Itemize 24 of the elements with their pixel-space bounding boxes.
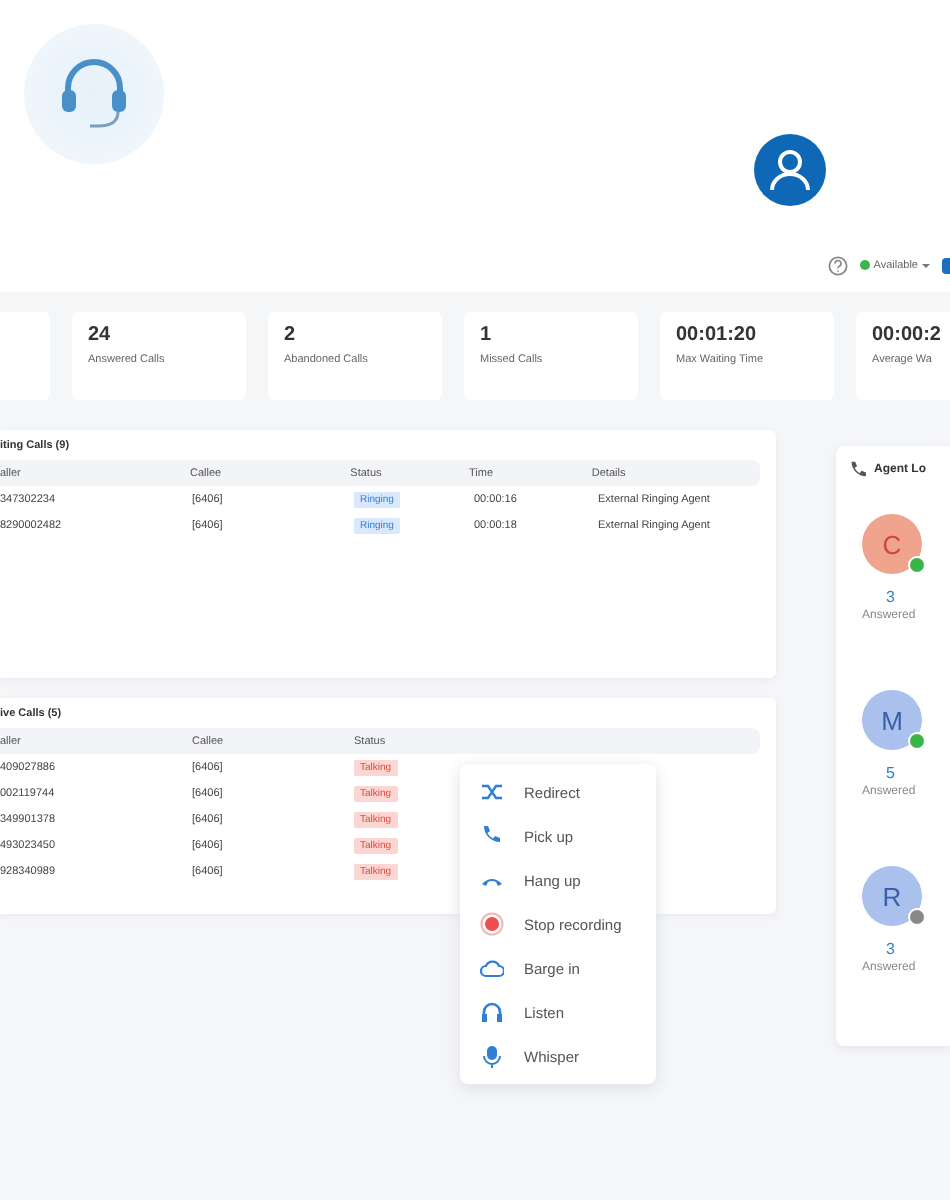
avatar-initial: C: [882, 529, 902, 559]
headset-icon: [58, 54, 130, 134]
toolbar-chip[interactable]: [942, 257, 950, 273]
shuffle-icon: [480, 780, 504, 804]
help-icon[interactable]: [827, 255, 848, 275]
microphone-icon: [480, 1044, 504, 1068]
avatar-initial: M: [881, 705, 903, 735]
answered-count: 3: [886, 940, 895, 958]
stat-value: 00:01:20: [676, 324, 759, 346]
user-avatar[interactable]: [754, 134, 826, 206]
cloud-icon: [480, 956, 504, 980]
stat-value: 00:00:2: [872, 324, 943, 346]
stat-value: 1: [480, 324, 494, 346]
avatar-initial: R: [882, 881, 902, 911]
answered-count: 3: [886, 588, 895, 606]
stat-value: 24: [88, 324, 113, 346]
record-icon: [480, 912, 504, 936]
stat-value: 2: [284, 324, 298, 346]
headphones-icon: [480, 1000, 504, 1024]
person-icon: [768, 148, 812, 192]
caret-icon: [922, 263, 930, 267]
phone-icon: [480, 824, 504, 848]
phone-icon: [848, 460, 866, 478]
answered-count: 5: [886, 764, 895, 782]
